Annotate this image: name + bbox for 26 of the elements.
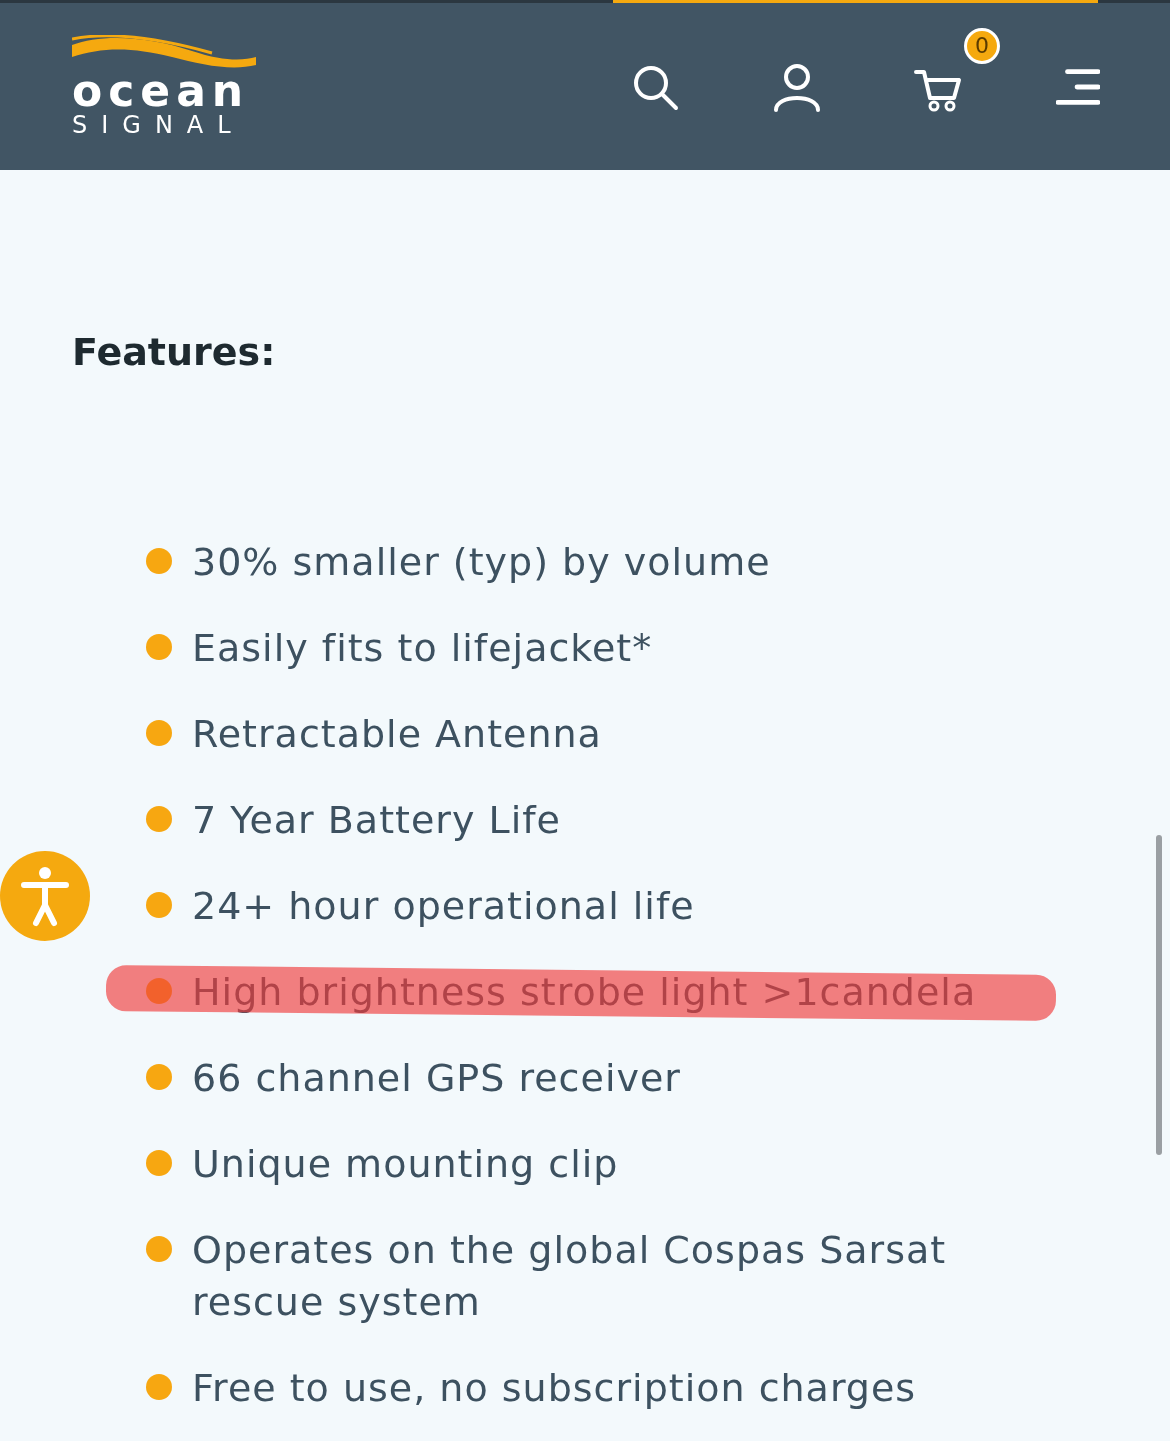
feature-text: 7 Year Battery Life xyxy=(192,797,562,844)
bullet-dot xyxy=(146,892,172,918)
bullet-dot xyxy=(146,806,172,832)
feature-text: High brightness strobe light >1candela xyxy=(192,969,978,1016)
bullet-dot xyxy=(146,1374,172,1400)
feature-text: Free to use, no subscription charges xyxy=(192,1365,918,1412)
feature-text: Easily fits to lifejacket* xyxy=(192,625,654,672)
features-heading: Features: xyxy=(72,330,277,374)
bullet-dot xyxy=(146,1150,172,1176)
user-icon[interactable] xyxy=(772,61,822,112)
bullet-dot xyxy=(146,720,172,746)
bullet-dot xyxy=(146,1064,172,1090)
feature-text: 66 channel GPS receiver xyxy=(192,1055,682,1102)
bullet-dot xyxy=(146,634,172,660)
scrollbar[interactable] xyxy=(1156,835,1162,1155)
feature-text: Operates on the global Cospas Sarsat rescue system xyxy=(192,1227,948,1326)
ocean-signal-logo[interactable]: ocean SIGNAL xyxy=(72,34,256,139)
feature-text: Retractable Antenna xyxy=(192,711,603,758)
bullet-dot xyxy=(146,978,172,1004)
menu-icon[interactable] xyxy=(1056,66,1100,107)
bullet-dot xyxy=(146,548,172,574)
feature-text: Unique mounting clip xyxy=(192,1141,620,1188)
feature-text: 30% smaller (typ) by volume xyxy=(192,539,772,586)
feature-text: 24+ hour operational life xyxy=(192,883,696,930)
bullet-dot xyxy=(146,1236,172,1262)
cart-count-badge: 0 xyxy=(964,27,1000,64)
